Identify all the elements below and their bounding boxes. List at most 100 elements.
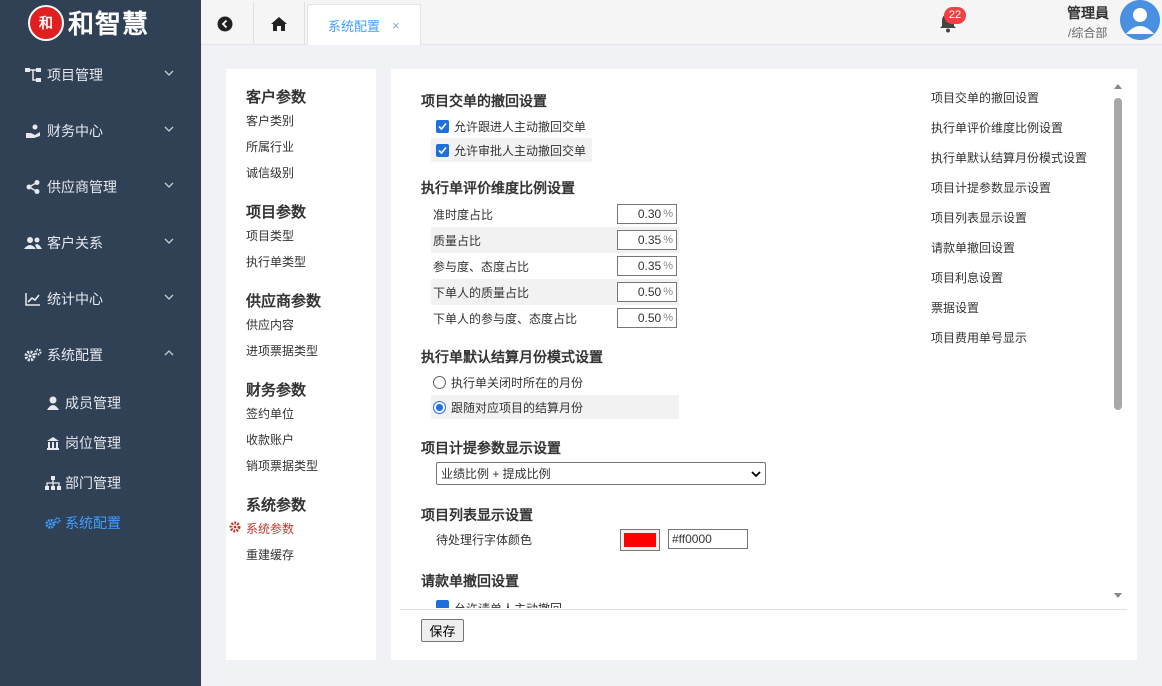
avatar[interactable] (1120, 0, 1160, 40)
checkbox-allow-follower-withdraw[interactable]: 允许跟进人主动撤回交单 (431, 114, 592, 138)
home-tab[interactable] (253, 2, 305, 45)
section-title: 项目计提参数显示设置 (421, 440, 561, 456)
percent-unit: % (663, 260, 673, 272)
scroll-down-arrow[interactable] (1114, 593, 1122, 598)
accrual-select[interactable]: 业绩比例 + 提成比例 (436, 462, 766, 485)
scroll-thumb[interactable] (1114, 98, 1122, 410)
checkbox-label: 允许审批人主动撤回交单 (454, 143, 587, 158)
ratio-value: 0.30 (637, 207, 662, 221)
chevron-down-icon (164, 126, 174, 132)
save-button[interactable]: 保存 (421, 619, 464, 642)
category-item-active[interactable]: 系统参数 (229, 520, 295, 537)
ratio-input[interactable]: 0.35% (617, 230, 677, 250)
ratio-value: 0.35 (637, 259, 662, 273)
select-value: 业绩比例 + 提成比例 (441, 467, 551, 481)
category-item[interactable]: 销项票据类型 (246, 457, 318, 474)
sidebar-subitem-positions[interactable]: 岗位管理 (0, 423, 201, 463)
category-item-label: 系统参数 (246, 522, 295, 536)
user-name[interactable]: 管理員 (1067, 3, 1109, 23)
brand-logo[interactable]: 和 和智慧 (0, 0, 201, 45)
section-title: 项目交单的撤回设置 (421, 93, 547, 109)
checkbox-checked-icon[interactable] (436, 143, 449, 157)
anchor-link[interactable]: 项目交单的撤回设置 (931, 89, 1039, 106)
sidebar-item-stats[interactable]: 统计中心 (0, 279, 201, 319)
sidebar-item-project[interactable]: 项目管理 (0, 55, 201, 95)
anchor-link[interactable]: 项目利息设置 (931, 269, 1003, 286)
anchor-link[interactable]: 项目列表显示设置 (931, 209, 1027, 226)
close-icon[interactable]: × (392, 18, 400, 33)
chevron-down-icon (164, 182, 174, 188)
category-item[interactable]: 客户类别 (246, 112, 294, 129)
user-department: /综合部 (1068, 26, 1108, 40)
sidebar-subitem-system-config[interactable]: 系统配置 (0, 503, 201, 543)
checkbox-partial[interactable]: 允许请单人主动撤回 (436, 600, 562, 608)
sidebar-subitem-label: 成员管理 (65, 395, 121, 411)
sidebar-item-label: 系统配置 (47, 347, 103, 363)
category-group-title: 供应商参数 (246, 293, 322, 310)
checkbox-allow-approver-withdraw[interactable]: 允许审批人主动撤回交单 (431, 138, 593, 162)
back-button[interactable] (211, 12, 239, 36)
radio-close-month[interactable]: 执行单关闭时所在的月份 (431, 370, 679, 394)
anchor-link[interactable]: 执行单默认结算月份模式设置 (931, 149, 1087, 166)
radio-label: 执行单关闭时所在的月份 (451, 375, 584, 390)
sidebar-subitem-departments[interactable]: 部门管理 (0, 463, 201, 503)
category-item[interactable]: 所属行业 (246, 138, 294, 155)
chevron-down-icon (164, 294, 174, 300)
category-item[interactable]: 项目类型 (246, 227, 294, 244)
checkbox-checked-icon[interactable] (436, 119, 449, 133)
user-avatar-icon (1120, 0, 1160, 40)
radio-button[interactable] (433, 375, 446, 389)
sidebar-subitem-members[interactable]: 成员管理 (0, 383, 201, 423)
sidebar-item-finance[interactable]: 财务中心 (0, 111, 201, 151)
ratio-input[interactable]: 0.50% (617, 308, 677, 328)
checkbox-label: 允许请单人主动撤回 (454, 600, 562, 608)
color-label: 待处理行字体颜色 (436, 533, 533, 547)
anchor-link[interactable]: 项目费用单号显示 (931, 329, 1027, 346)
color-picker[interactable] (620, 529, 660, 551)
anchor-link[interactable]: 请款单撤回设置 (931, 239, 1015, 256)
building-icon (45, 436, 61, 450)
radio-button-selected[interactable] (433, 400, 446, 414)
scrollbar[interactable] (1113, 84, 1123, 604)
color-hex-input[interactable]: #ff0000 (668, 529, 748, 549)
percent-unit: % (663, 312, 673, 324)
category-group-title: 客户参数 (246, 89, 307, 106)
category-item[interactable]: 收款账户 (246, 431, 294, 448)
category-item[interactable]: 执行单类型 (246, 253, 306, 270)
tab-system-config[interactable]: 系统配置 × (307, 4, 421, 45)
anchor-link[interactable]: 执行单评价维度比例设置 (931, 119, 1063, 136)
category-item[interactable]: 重建缓存 (246, 546, 294, 563)
section-title: 项目列表显示设置 (421, 507, 533, 523)
sidebar-item-label: 财务中心 (47, 123, 103, 139)
chevron-down-icon (164, 238, 174, 244)
ratio-label: 下单人的质量占比 (433, 285, 530, 300)
checkbox-checked-icon[interactable] (436, 600, 449, 608)
org-chart-icon (45, 476, 61, 490)
percent-unit: % (663, 286, 673, 298)
anchor-link[interactable]: 票据设置 (931, 299, 979, 316)
radio-follow-project-month[interactable]: 跟随对应项目的结算月份 (431, 395, 679, 419)
gear-icon (229, 521, 241, 533)
sidebar-subitem-label: 岗位管理 (65, 435, 121, 451)
category-item[interactable]: 签约单位 (246, 405, 294, 422)
sidebar-item-system[interactable]: 系统配置 (0, 335, 201, 375)
logo-mark: 和 (28, 4, 64, 41)
sidebar-item-supplier[interactable]: 供应商管理 (0, 167, 201, 207)
checkbox-label: 允许跟进人主动撤回交单 (454, 119, 587, 134)
category-group-title: 项目参数 (246, 204, 307, 221)
section-title: 请款单撤回设置 (421, 573, 519, 589)
sidebar-item-customer[interactable]: 客户关系 (0, 223, 201, 263)
category-item[interactable]: 进项票据类型 (246, 342, 318, 359)
percent-unit: % (663, 208, 673, 220)
anchor-link[interactable]: 项目计提参数显示设置 (931, 179, 1051, 196)
ratio-input[interactable]: 0.35% (617, 256, 677, 276)
category-item[interactable]: 诚信级别 (246, 164, 294, 181)
arrow-left-circle-icon (217, 16, 233, 32)
scroll-up-arrow[interactable] (1114, 84, 1122, 89)
category-item[interactable]: 供应内容 (246, 316, 294, 333)
category-group-title: 财务参数 (246, 382, 307, 399)
ratio-input[interactable]: 0.30% (617, 204, 677, 224)
chart-line-icon (24, 292, 42, 306)
ratio-input[interactable]: 0.50% (617, 282, 677, 302)
ratio-value: 0.50 (637, 311, 662, 325)
